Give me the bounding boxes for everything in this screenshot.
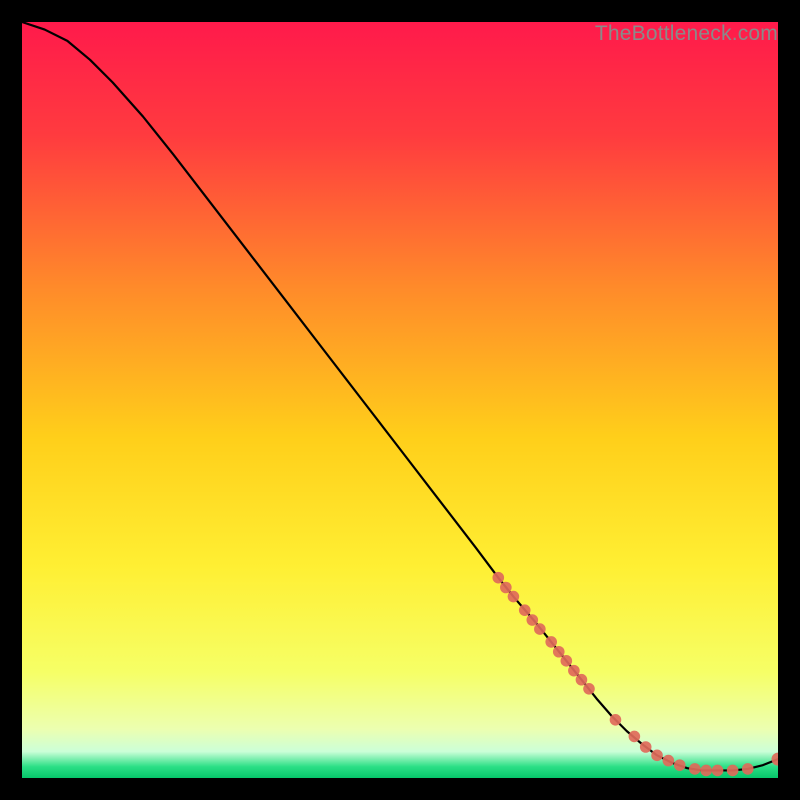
- highlight-point: [700, 765, 712, 777]
- chart-svg: [22, 22, 778, 778]
- highlight-point: [553, 646, 565, 658]
- highlight-point: [568, 665, 580, 677]
- highlight-point: [508, 591, 520, 603]
- highlight-point: [527, 614, 539, 626]
- watermark-text: TheBottleneck.com: [595, 22, 778, 46]
- highlight-point: [742, 763, 754, 775]
- highlight-point: [519, 604, 531, 616]
- chart-frame: TheBottleneck.com: [22, 22, 778, 778]
- highlight-point: [583, 683, 595, 695]
- highlight-point: [545, 636, 557, 648]
- highlight-point: [640, 741, 652, 753]
- highlight-point: [576, 674, 588, 686]
- highlight-point: [712, 765, 724, 777]
- highlight-point: [500, 582, 512, 594]
- highlight-point: [561, 655, 573, 667]
- highlight-point: [663, 755, 675, 767]
- highlight-point: [689, 763, 701, 775]
- highlight-point: [629, 731, 641, 743]
- gradient-background: [22, 22, 778, 778]
- highlight-point: [727, 765, 739, 777]
- highlight-point: [492, 572, 504, 584]
- highlight-point: [610, 714, 622, 726]
- highlight-point: [534, 623, 546, 635]
- highlight-point: [651, 750, 663, 762]
- highlight-point: [674, 759, 686, 771]
